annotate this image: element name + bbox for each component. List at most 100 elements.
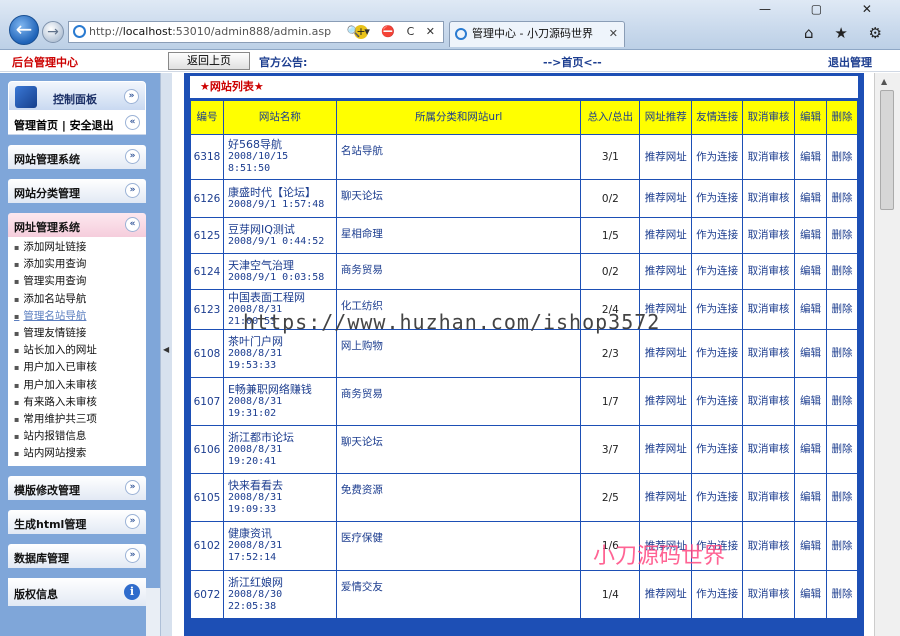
delete-link[interactable]: 删除: [825, 179, 859, 218]
recommend-link[interactable]: 推荐网址: [639, 253, 693, 290]
edit-link[interactable]: 编辑: [794, 521, 827, 571]
row-category[interactable]: 商务贸易: [335, 377, 582, 426]
notice-link[interactable]: 官方公告:: [259, 54, 307, 70]
friend-link[interactable]: 作为连接: [691, 217, 744, 254]
sidebar-group-url[interactable]: 网址管理系统 «: [8, 213, 146, 237]
site-name-link[interactable]: 中国表面工程网: [228, 291, 336, 304]
sidebar-item[interactable]: 添加名站导航: [8, 291, 146, 308]
site-name-link[interactable]: 健康资讯: [228, 528, 336, 540]
frame-divider[interactable]: ◀: [160, 73, 172, 636]
row-category[interactable]: 医疗保健: [335, 521, 582, 571]
row-category[interactable]: 聊天论坛: [335, 179, 582, 218]
friend-link[interactable]: 作为连接: [691, 329, 744, 378]
sidebar-item[interactable]: 管理友情链接: [8, 325, 146, 342]
recommend-link[interactable]: 推荐网址: [639, 377, 693, 426]
cancel-review-link[interactable]: 取消审核: [742, 473, 796, 522]
recommend-link[interactable]: 推荐网址: [639, 570, 693, 619]
cancel-review-link[interactable]: 取消审核: [742, 329, 796, 378]
chevron-down-icon[interactable]: »: [125, 183, 140, 198]
friend-link[interactable]: 作为连接: [691, 570, 744, 619]
sidebar-group-html[interactable]: 生成html管理 »: [8, 510, 146, 535]
delete-link[interactable]: 删除: [825, 570, 859, 619]
site-name-link[interactable]: 豆芽网IQ测试: [228, 223, 336, 236]
cancel-review-link[interactable]: 取消审核: [742, 134, 796, 180]
logout-link[interactable]: 退出管理: [828, 54, 872, 70]
cancel-review-link[interactable]: 取消审核: [742, 217, 796, 254]
site-name-link[interactable]: 快来看看去: [228, 479, 336, 492]
sidebar-item[interactable]: 添加网址链接: [8, 239, 146, 256]
home-logout-row[interactable]: 管理首页 | 安全退出 «: [8, 111, 146, 135]
site-name-link[interactable]: 浙江红娘网: [228, 576, 336, 589]
chevron-up-icon[interactable]: «: [125, 115, 140, 130]
sidebar-item[interactable]: 站长加入的网址: [8, 342, 146, 359]
sidebar-item[interactable]: 用户加入已审核: [8, 359, 146, 376]
site-name-link[interactable]: 好568导航: [228, 139, 336, 151]
site-name-link[interactable]: 茶叶门户网: [228, 335, 336, 348]
address-tools-icons[interactable]: 🔍▾ ⛔ C ✕: [347, 22, 439, 42]
row-category[interactable]: 星相命理: [335, 217, 582, 254]
chevron-down-icon[interactable]: »: [124, 89, 139, 104]
delete-link[interactable]: 删除: [825, 289, 859, 330]
cancel-review-link[interactable]: 取消审核: [742, 253, 796, 290]
collapse-arrow-icon[interactable]: ◀: [163, 345, 169, 354]
edit-link[interactable]: 编辑: [794, 289, 827, 330]
friend-link[interactable]: 作为连接: [691, 253, 744, 290]
friend-link[interactable]: 作为连接: [691, 179, 744, 218]
sidebar-item[interactable]: 站内报错信息: [8, 428, 146, 445]
row-category[interactable]: 名站导航: [335, 134, 582, 180]
chevron-down-icon[interactable]: »: [125, 548, 140, 564]
row-category[interactable]: 爱情交友: [335, 570, 582, 619]
sidebar-item[interactable]: 用户加入未审核: [8, 377, 146, 394]
window-buttons[interactable]: — ▢ ✕: [759, 2, 890, 16]
cancel-review-link[interactable]: 取消审核: [742, 179, 796, 218]
home-link[interactable]: -->首页<--: [543, 54, 602, 70]
delete-link[interactable]: 删除: [825, 521, 859, 571]
home-star-gear-icons[interactable]: ⌂ ★ ⚙: [804, 24, 890, 42]
friend-link[interactable]: 作为连接: [691, 473, 744, 522]
chevron-down-icon[interactable]: »: [125, 480, 140, 496]
tab-admin[interactable]: 管理中心 - 小刀源码世界 ✕: [449, 21, 625, 47]
sidebar-group-category[interactable]: 网站分类管理 »: [8, 179, 146, 203]
chevron-down-icon[interactable]: »: [125, 514, 140, 530]
sidebar-item[interactable]: 站内网站搜索: [8, 445, 146, 462]
edit-link[interactable]: 编辑: [794, 179, 827, 218]
cancel-review-link[interactable]: 取消审核: [742, 377, 796, 426]
edit-link[interactable]: 编辑: [794, 377, 827, 426]
delete-link[interactable]: 删除: [825, 329, 859, 378]
site-name-link[interactable]: 浙江都市论坛: [228, 431, 336, 444]
forward-arrow-icon[interactable]: →: [42, 21, 64, 43]
edit-link[interactable]: 编辑: [794, 217, 827, 254]
sidebar-group-template[interactable]: 模版修改管理 »: [8, 476, 146, 501]
edit-link[interactable]: 编辑: [794, 473, 827, 522]
scroll-up-icon[interactable]: ▲: [881, 77, 887, 86]
site-name-link[interactable]: E畅兼职网络赚钱: [228, 383, 336, 396]
site-name-link[interactable]: 康盛时代【论坛】: [228, 186, 336, 199]
delete-link[interactable]: 删除: [825, 425, 859, 474]
friend-link[interactable]: 作为连接: [691, 289, 744, 330]
cancel-review-link[interactable]: 取消审核: [742, 425, 796, 474]
copyright-header[interactable]: 版权信息 i: [8, 578, 146, 607]
control-panel-header[interactable]: 控制面板 »: [8, 81, 146, 111]
cancel-review-link[interactable]: 取消审核: [742, 521, 796, 571]
sidebar-item[interactable]: 添加实用查询: [8, 256, 146, 273]
back-arrow-icon[interactable]: ←: [9, 15, 39, 45]
sidebar-group-site[interactable]: 网站管理系统 »: [8, 145, 146, 169]
recommend-link[interactable]: 推荐网址: [639, 473, 693, 522]
edit-link[interactable]: 编辑: [794, 570, 827, 619]
recommend-link[interactable]: 推荐网址: [639, 329, 693, 378]
site-name-link[interactable]: 天津空气治理: [228, 259, 336, 272]
friend-link[interactable]: 作为连接: [691, 425, 744, 474]
recommend-link[interactable]: 推荐网址: [639, 425, 693, 474]
delete-link[interactable]: 删除: [825, 473, 859, 522]
sidebar-item[interactable]: 管理实用查询: [8, 273, 146, 290]
page-scrollbar[interactable]: ▲: [874, 73, 900, 636]
friend-link[interactable]: 作为连接: [691, 377, 744, 426]
friend-link[interactable]: 作为连接: [691, 134, 744, 180]
row-category[interactable]: 商务贸易: [335, 253, 582, 290]
sidebar-item[interactable]: 常用维护共三项: [8, 411, 146, 428]
edit-link[interactable]: 编辑: [794, 253, 827, 290]
home-logout-label[interactable]: 管理首页 | 安全退出: [14, 117, 114, 133]
delete-link[interactable]: 删除: [825, 134, 859, 180]
delete-link[interactable]: 删除: [825, 217, 859, 254]
recommend-link[interactable]: 推荐网址: [639, 179, 693, 218]
